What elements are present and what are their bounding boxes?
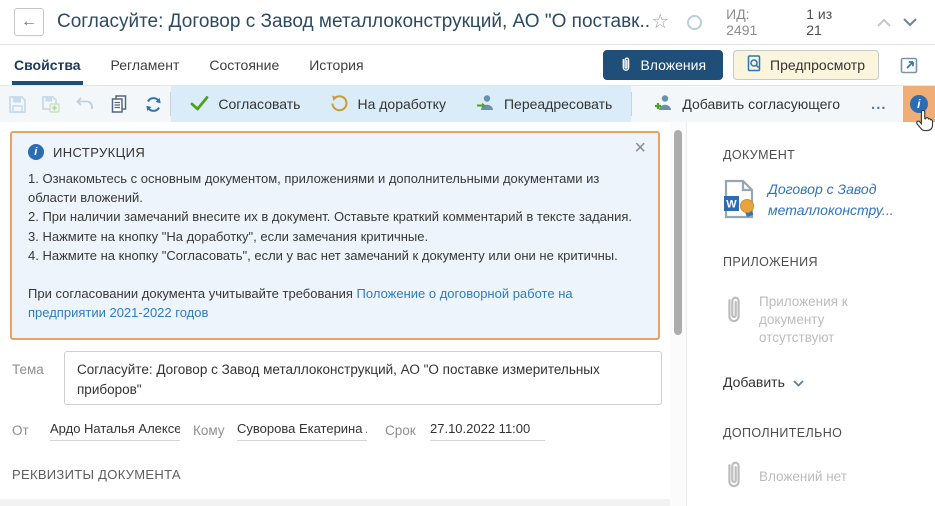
person-forward-icon [476,94,495,114]
to-label: Кому [193,423,225,438]
document-section-header: ДОКУМЕНТ [723,148,935,162]
tab-history[interactable]: История [309,45,363,85]
instruction-footer: При согласовании документа учитывайте тр… [28,284,642,322]
add-button-label: Добавить [723,374,785,390]
forward-button-label: Переадресовать [504,96,612,112]
action-toolbar: Согласовать На доработку Переадресовать … [0,86,935,122]
deadline-label: Срок [385,423,416,438]
rework-button-label: На доработку [357,96,446,112]
back-button[interactable]: ← [14,8,44,36]
check-icon [190,95,209,114]
chevron-down-icon [793,374,804,390]
add-approver-button[interactable]: Добавить согласующего [632,86,855,122]
additional-section-header: ДОПОЛНИТЕЛЬНО [723,426,935,440]
paperclip-icon [723,458,745,497]
pager-position: 1 из 21 [806,6,851,38]
attachments-button[interactable]: Вложения [603,50,723,80]
tab-state[interactable]: Состояние [209,45,279,85]
person-plus-icon [654,94,673,114]
undo-circle-icon [330,94,348,115]
instruction-info-icon: i [28,144,44,160]
add-approver-button-label: Добавить согласующего [682,96,840,112]
approve-button[interactable]: Согласовать [175,86,315,122]
rework-button[interactable]: На доработку [315,86,461,122]
instruction-line: 1. Ознакомьтесь с основным документом, п… [28,169,642,207]
instruction-footer-text: При согласовании документа учитывайте тр… [28,286,357,301]
additional-empty-text: Вложений нет [759,468,909,486]
main-content: i ИНСТРУКЦИЯ × 1. Ознакомьтесь с основны… [0,122,670,506]
to-field[interactable]: Суворова Екатерина Ан [237,421,367,441]
undo-button[interactable] [68,86,102,122]
instruction-body: 1. Ознакомьтесь с основным документом, п… [28,169,642,265]
subject-label: Тема [12,362,44,377]
horizontal-scrollbar[interactable] [0,499,670,506]
instruction-close-icon[interactable]: × [634,138,646,158]
word-document-icon: W [723,179,755,224]
preview-button[interactable]: Предпросмотр [733,50,879,80]
attachments-sidebar: ДОКУМЕНТ W Договор с Завод металлоконстр… [686,122,935,506]
tab-regulation[interactable]: Регламент [111,45,180,85]
tab-properties[interactable]: Свойства [14,45,81,85]
back-icon: ← [21,13,37,31]
vertical-scrollbar-track[interactable] [670,122,686,506]
copy-button[interactable] [102,86,136,122]
instruction-title: ИНСТРУКЦИЯ [53,145,145,160]
window-header: ← Согласуйте: Договор с Завод металлокон… [0,0,935,45]
instruction-line: 3. Нажмите на кнопку "На доработку", есл… [28,227,642,246]
primary-actions-band: Согласовать На доработку Переадресовать [171,86,631,122]
paperclip-icon [620,56,631,75]
svg-text:W: W [726,199,737,211]
document-item[interactable]: W Договор с Завод металлоконстру... [723,179,935,224]
refresh-button[interactable] [136,86,170,122]
instruction-info-button[interactable]: i [903,86,935,122]
requisites-section-header: РЕКВИЗИТЫ ДОКУМЕНТА [12,467,181,482]
status-ring-icon[interactable] [687,15,702,30]
prev-item-button[interactable] [873,11,895,33]
page-title: Согласуйте: Договор с Завод металлоконст… [57,11,651,33]
open-in-window-button[interactable] [897,53,921,77]
tab-bar: Свойства Регламент Состояние История Вло… [0,45,935,86]
document-id: ИД: 2491 [726,6,784,38]
save-button[interactable] [0,86,34,122]
approve-button-label: Согласовать [218,96,300,112]
preview-button-label: Предпросмотр [770,57,865,73]
preview-doc-icon [747,55,762,75]
attachments-empty-text: Приложения к документу отсутствуют [759,293,877,348]
from-label: От [12,423,29,438]
paperclip-icon [723,293,745,332]
task-window: ← Согласуйте: Договор с Завод металлокон… [0,0,935,506]
document-link[interactable]: Договор с Завод металлоконстру... [768,179,918,221]
instruction-line: 2. При наличии замечаний внесите их в до… [28,207,642,226]
favorite-star-icon[interactable]: ☆ [651,12,669,32]
subject-field[interactable]: Согласуйте: Договор с Завод металлоконст… [64,351,662,405]
additional-empty-row: Вложений нет [723,458,935,497]
hand-cursor [915,110,934,137]
more-actions-button[interactable]: ... [855,86,903,122]
attachments-section-header: ПРИЛОЖЕНИЯ [723,255,935,269]
save-and-create-button[interactable] [34,86,68,122]
vertical-scrollbar-thumb[interactable] [674,130,682,335]
attachments-button-label: Вложения [640,57,706,73]
attachments-add-button[interactable]: Добавить [723,374,935,390]
attachments-empty-row: Приложения к документу отсутствуют [723,293,935,348]
deadline-field[interactable]: 27.10.2022 11:00 [430,421,545,441]
instruction-line: 4. Нажмите на кнопку "Согласовать", если… [28,246,642,265]
forward-button[interactable]: Переадресовать [461,86,627,122]
instruction-panel: i ИНСТРУКЦИЯ × 1. Ознакомьтесь с основны… [10,131,660,340]
from-field[interactable]: Ардо Наталья Алексеевна [50,421,180,441]
next-item-button[interactable] [899,11,921,33]
